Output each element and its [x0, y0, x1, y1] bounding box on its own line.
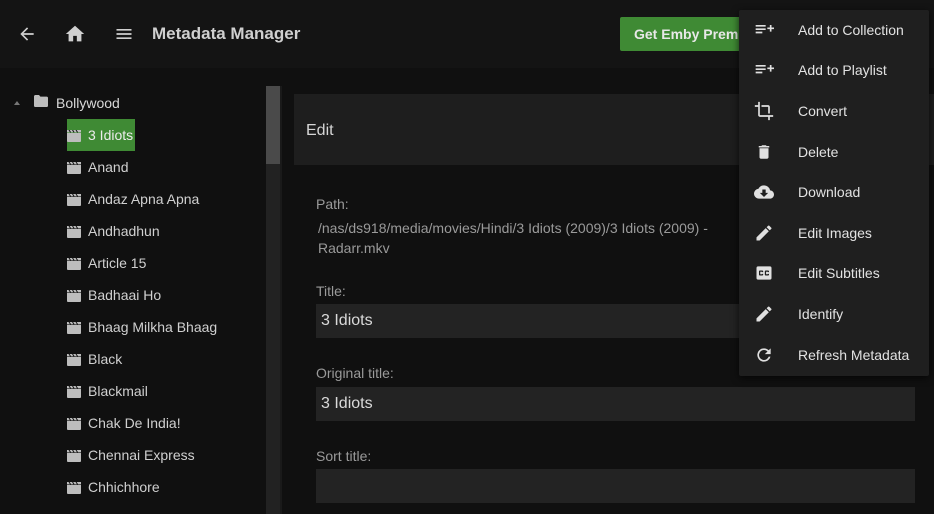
tree-item[interactable]: Badhaai Ho [67, 279, 163, 311]
menu-item-label: Edit Subtitles [798, 265, 880, 281]
tree-item-label: Black [88, 351, 123, 367]
path-value: /nas/ds918/media/movies/Hindi/3 Idiots (… [318, 220, 708, 256]
menu-item-convert[interactable]: Convert [739, 91, 929, 131]
cloud-download-icon [753, 181, 775, 203]
sort-title-label: Sort title: [316, 448, 372, 464]
menu-item-label: Download [798, 184, 861, 200]
original-title-label: Original title: [316, 365, 394, 381]
pencil-icon [753, 303, 775, 325]
crop-icon [753, 100, 775, 122]
sort-title-input[interactable] [316, 469, 915, 503]
menu-item-download[interactable]: Download [739, 172, 929, 212]
tree-item-label: Andhadhun [88, 223, 160, 239]
menu-item-delete[interactable]: Delete [739, 132, 929, 172]
movie-clapperboard-icon [67, 481, 81, 494]
scrollbar-thumb[interactable] [266, 86, 280, 164]
menu-item-label: Edit Images [798, 225, 872, 241]
tree-item-label: Chak De India! [88, 415, 181, 431]
context-menu: Add to Collection Add to Playlist Conver… [739, 10, 929, 376]
tree-item[interactable]: Black [67, 343, 124, 375]
hamburger-menu-icon[interactable] [112, 22, 136, 46]
tree-item[interactable]: Andaz Apna Apna [67, 183, 201, 215]
path-label: Path: [316, 196, 349, 212]
original-title-input[interactable] [316, 387, 915, 421]
trash-icon [753, 141, 775, 163]
menu-item-refresh-metadata[interactable]: Refresh Metadata [739, 335, 929, 375]
tree-item[interactable]: Bhaag Milkha Bhaag [67, 311, 219, 343]
arrow-left-icon[interactable] [15, 22, 39, 46]
page-title: Metadata Manager [152, 24, 301, 43]
tree-item-label: 3 Idiots [88, 127, 134, 143]
movie-clapperboard-icon [67, 225, 81, 238]
edit-heading: Edit [306, 122, 334, 139]
expand-triangle-icon[interactable] [14, 101, 20, 105]
folder-icon [34, 94, 48, 112]
home-icon[interactable] [63, 22, 87, 46]
tree-item[interactable]: 3 Idiots [67, 119, 136, 151]
tree-item-label: Article 15 [88, 255, 147, 271]
tree-item[interactable]: Anand [67, 151, 130, 183]
tree-item[interactable]: Blackmail [67, 375, 150, 407]
movie-clapperboard-icon [67, 289, 81, 302]
title-label: Title: [316, 283, 346, 299]
menu-item-label: Refresh Metadata [798, 347, 910, 363]
tree-item[interactable]: Chhichhore [67, 471, 162, 503]
library-tree: Bollywood 3 Idiots Anand Andaz Apna Apna An… [0, 68, 266, 514]
movie-clapperboard-icon [67, 257, 81, 270]
movie-clapperboard-icon [67, 417, 81, 430]
refresh-icon [753, 344, 775, 366]
tree-item-label: Chennai Express [88, 447, 195, 463]
tree-item[interactable]: Chak De India! [67, 407, 183, 439]
playlist-add-icon [753, 59, 775, 81]
tree-item-label: Andaz Apna Apna [88, 191, 200, 207]
tree-item-label: Blackmail [88, 383, 148, 399]
movie-clapperboard-icon [67, 385, 81, 398]
menu-item-label: Add to Playlist [798, 62, 887, 78]
movie-clapperboard-icon [67, 129, 81, 142]
tree-item[interactable]: Chennai Express [67, 439, 197, 471]
menu-item-label: Delete [798, 144, 839, 160]
menu-item-label: Add to Collection [798, 22, 904, 38]
menu-item-add-to-playlist[interactable]: Add to Playlist [739, 50, 929, 90]
tree-item-label: Bhaag Milkha Bhaag [88, 319, 218, 335]
tree-item[interactable]: Andhadhun [67, 215, 162, 247]
pencil-icon [753, 222, 775, 244]
tree-item-label: Chhichhore [88, 479, 160, 495]
menu-item-edit-images[interactable]: Edit Images [739, 213, 929, 253]
panel-divider [280, 86, 282, 514]
movie-clapperboard-icon [67, 449, 81, 462]
menu-item-add-to-collection[interactable]: Add to Collection [739, 10, 929, 50]
movie-clapperboard-icon [67, 193, 81, 206]
playlist-add-icon [753, 19, 775, 41]
tree-item-label: Badhaai Ho [88, 287, 162, 303]
movie-clapperboard-icon [67, 161, 81, 174]
tree-scrollbar[interactable] [266, 86, 280, 514]
menu-item-label: Identify [798, 306, 844, 322]
menu-item-edit-subtitles[interactable]: Edit Subtitles [739, 253, 929, 293]
closed-caption-icon [753, 262, 775, 284]
tree-root-bollywood[interactable]: Bollywood [14, 94, 120, 112]
tree-item[interactable]: Article 15 [67, 247, 148, 279]
tree-item-label: Anand [88, 159, 129, 175]
menu-item-identify[interactable]: Identify [739, 294, 929, 334]
tree-root-label: Bollywood [56, 95, 120, 111]
menu-item-label: Convert [798, 103, 848, 119]
movie-clapperboard-icon [67, 321, 81, 334]
movie-clapperboard-icon [67, 353, 81, 366]
